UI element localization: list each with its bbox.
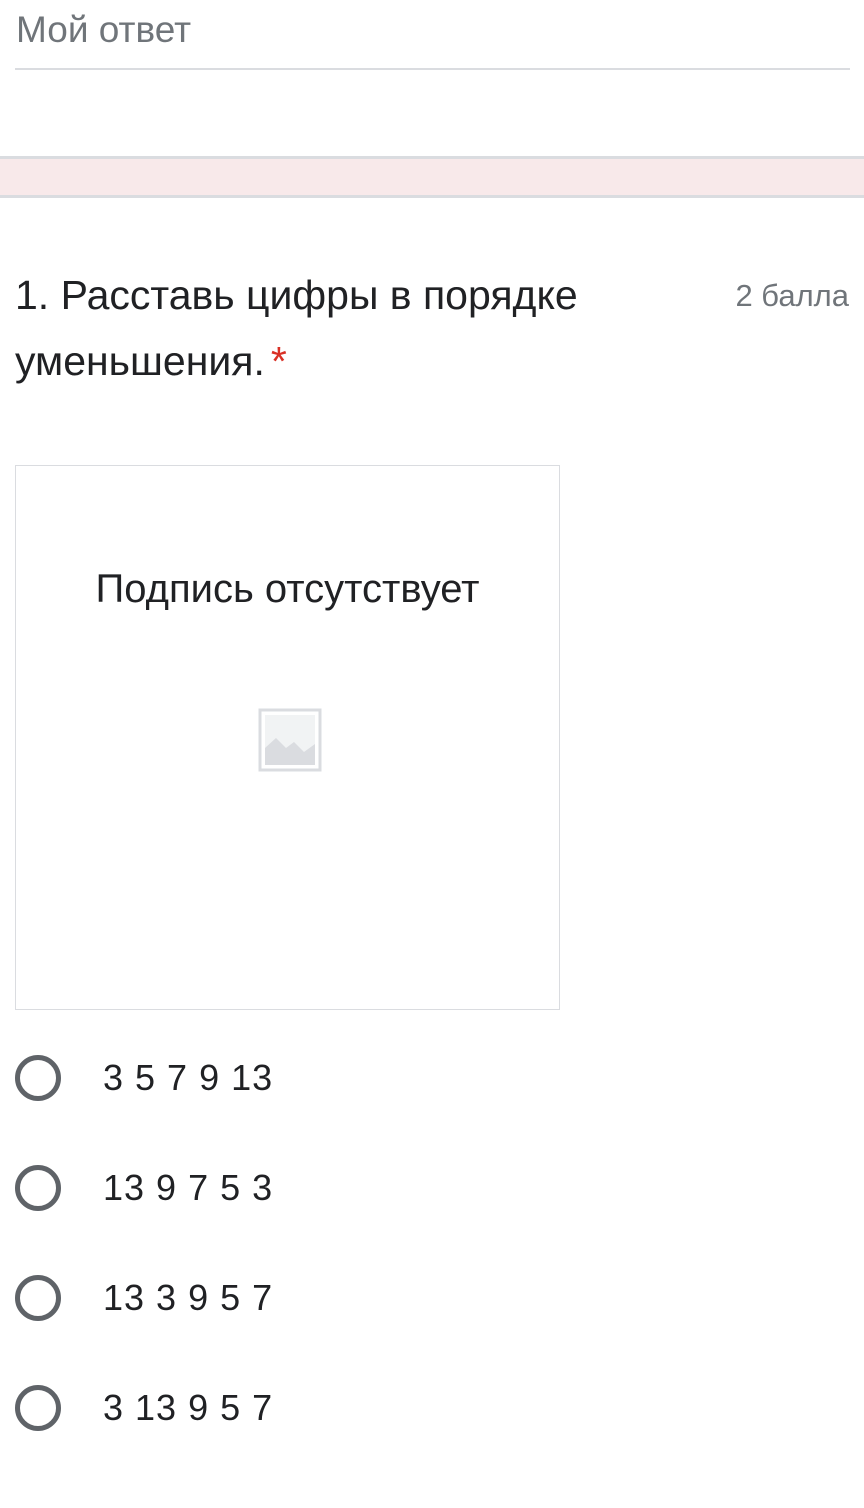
radio-button[interactable] [15,1385,61,1431]
option-label: 13 9 7 5 3 [103,1167,274,1208]
image-missing-caption: Подпись отсутствует [95,567,480,611]
my-answer-placeholder: Мой ответ [16,9,192,50]
option-label: 3 13 9 5 7 [103,1387,274,1428]
option-2[interactable]: 13 9 7 5 3 [15,1160,615,1216]
question-title: 1. Расставь цифры в порядке уменьшения. * [15,262,665,394]
question-points: 2 балла [735,278,849,313]
section-divider [0,156,864,198]
radio-button[interactable] [15,1275,61,1321]
my-answer-input[interactable]: Мой ответ [15,0,850,70]
broken-image-icon [258,708,322,772]
option-4[interactable]: 3 13 9 5 7 [15,1380,615,1436]
required-asterisk: * [270,338,287,384]
option-label: 13 3 9 5 7 [103,1277,274,1318]
option-label: 3 5 7 9 13 [103,1057,274,1098]
option-3[interactable]: 13 3 9 5 7 [15,1270,615,1326]
question-image: Подпись отсутствует [15,465,560,1010]
option-1[interactable]: 3 5 7 9 13 [15,1050,615,1106]
question-title-text: 1. Расставь цифры в порядке уменьшения. [15,272,578,384]
radio-button[interactable] [15,1055,61,1101]
radio-button[interactable] [15,1165,61,1211]
